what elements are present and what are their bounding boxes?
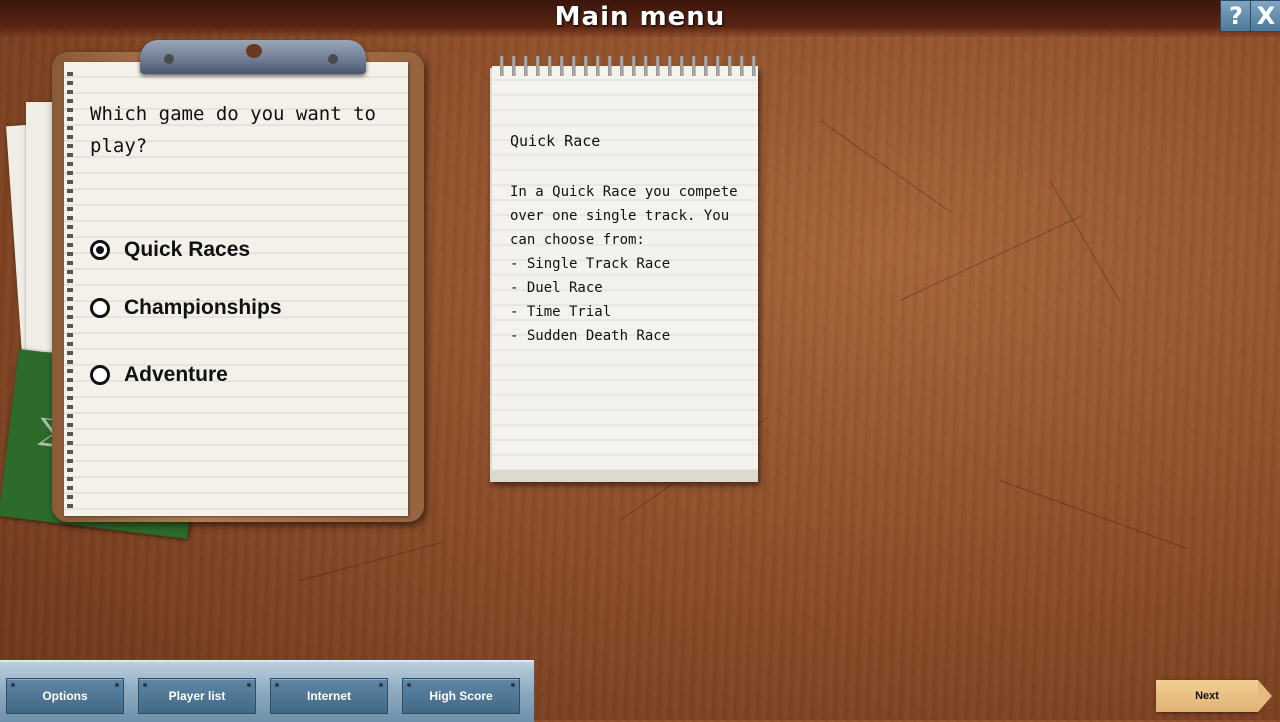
list-item: - Single Track Race: [510, 256, 671, 272]
list-item: - Time Trial: [510, 304, 612, 320]
clip-hole: [246, 44, 262, 58]
question-text: Which game do you want to play?: [90, 103, 376, 157]
option-quick-races[interactable]: Quick Races: [90, 238, 250, 262]
help-button[interactable]: ?: [1220, 0, 1252, 32]
bottom-toolbar: Options Player list Internet High Score: [0, 660, 534, 722]
next-button[interactable]: Next: [1156, 680, 1258, 712]
description-list: - Single Track Race - Duel Race - Time T…: [510, 252, 670, 348]
radio-icon[interactable]: [90, 298, 110, 318]
list-item: - Duel Race: [510, 280, 603, 296]
next-arrow-icon[interactable]: [1258, 680, 1272, 712]
screw-icon: [328, 54, 338, 64]
wood-scratch: [999, 480, 1189, 550]
description-title: Quick Race: [510, 132, 601, 150]
player-list-button[interactable]: Player list: [138, 678, 256, 714]
list-item: - Sudden Death Race: [510, 328, 671, 344]
wood-scratch: [899, 215, 1082, 301]
internet-button[interactable]: Internet: [270, 678, 388, 714]
wood-scratch: [1049, 180, 1121, 302]
options-button[interactable]: Options: [6, 678, 124, 714]
wood-scratch: [299, 541, 446, 581]
radio-icon[interactable]: [90, 365, 110, 385]
paper-holes: [67, 72, 73, 512]
description-notepad: Quick Race In a Quick Race you compete o…: [492, 66, 758, 470]
notepad-spiral: [500, 56, 756, 76]
clipboard-clip: [140, 40, 366, 74]
radio-icon-selected[interactable]: [90, 240, 110, 260]
high-score-button[interactable]: High Score: [402, 678, 520, 714]
close-button[interactable]: X: [1250, 0, 1280, 32]
option-label: Adventure: [124, 363, 228, 386]
option-adventure[interactable]: Adventure: [90, 363, 228, 387]
screw-icon: [164, 54, 174, 64]
option-championships[interactable]: Championships: [90, 296, 282, 320]
title-bar: Main menu: [0, 0, 1280, 38]
wood-scratch: [819, 120, 952, 213]
option-label: Quick Races: [124, 238, 251, 261]
page-title: Main menu: [554, 2, 726, 32]
option-label: Championships: [124, 296, 282, 319]
clipboard-paper: Which game do you want to play? Quick Ra…: [64, 62, 408, 516]
description-body: In a Quick Race you compete over one sin…: [510, 184, 738, 248]
